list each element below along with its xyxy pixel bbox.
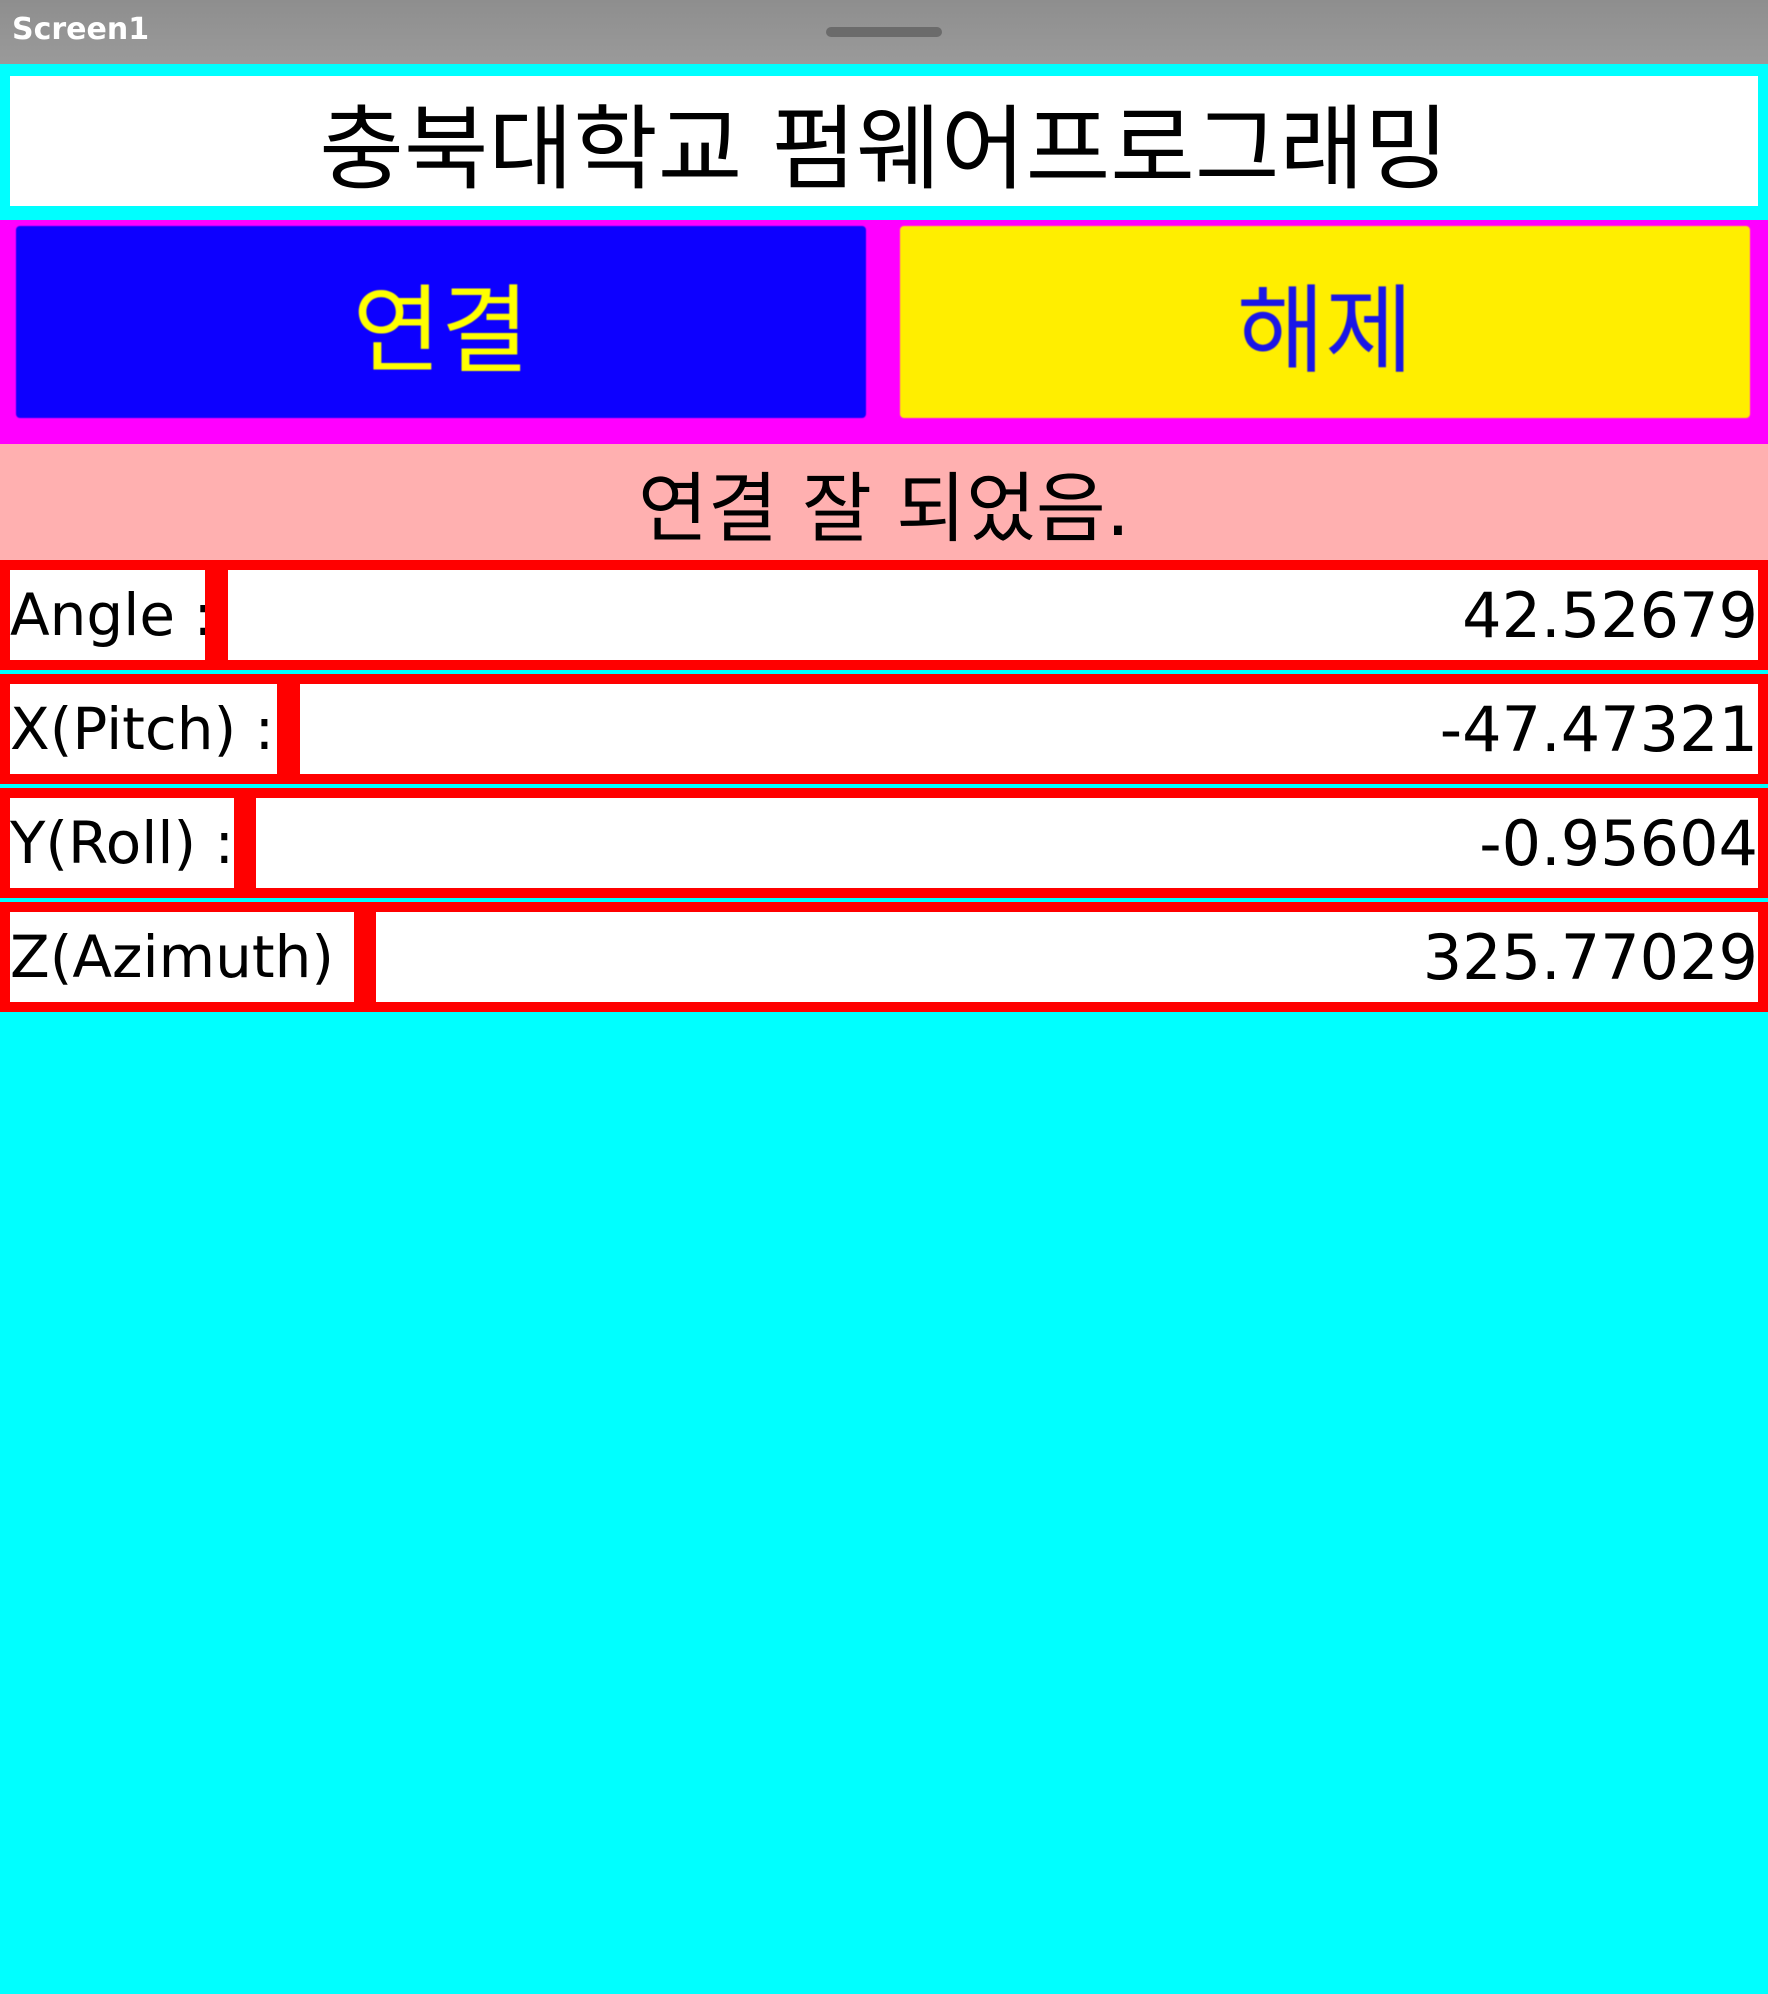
header: 충북대학교 펌웨어프로그래밍 (0, 68, 1768, 214)
page-title: 충북대학교 펌웨어프로그래밍 (10, 76, 1758, 206)
disconnect-button[interactable]: 해제 (900, 226, 1750, 418)
azimuth-row: Z(Azimuth) : 325.77029 (0, 902, 1768, 1012)
angle-label: Angle : (10, 570, 205, 660)
angle-row: Angle : 42.52679 (0, 560, 1768, 670)
pitch-row: X(Pitch) : -47.47321 (0, 674, 1768, 784)
azimuth-value: 325.77029 (376, 912, 1758, 1002)
drag-handle[interactable] (826, 27, 942, 37)
screen-name: Screen1 (12, 12, 150, 47)
pitch-value: -47.47321 (300, 684, 1758, 774)
roll-row: Y(Roll) : -0.95604 (0, 788, 1768, 898)
connect-button[interactable]: 연결 (16, 226, 866, 418)
roll-value: -0.95604 (256, 798, 1758, 888)
pitch-label: X(Pitch) : (10, 684, 277, 774)
status-label: 연결 잘 되었음. (0, 444, 1768, 560)
roll-label: Y(Roll) : (10, 798, 234, 888)
title-bar: Screen1 (0, 0, 1768, 64)
azimuth-label: Z(Azimuth) : (10, 912, 354, 1002)
angle-value: 42.52679 (228, 570, 1758, 660)
button-row: 연결 해제 (0, 220, 1768, 444)
